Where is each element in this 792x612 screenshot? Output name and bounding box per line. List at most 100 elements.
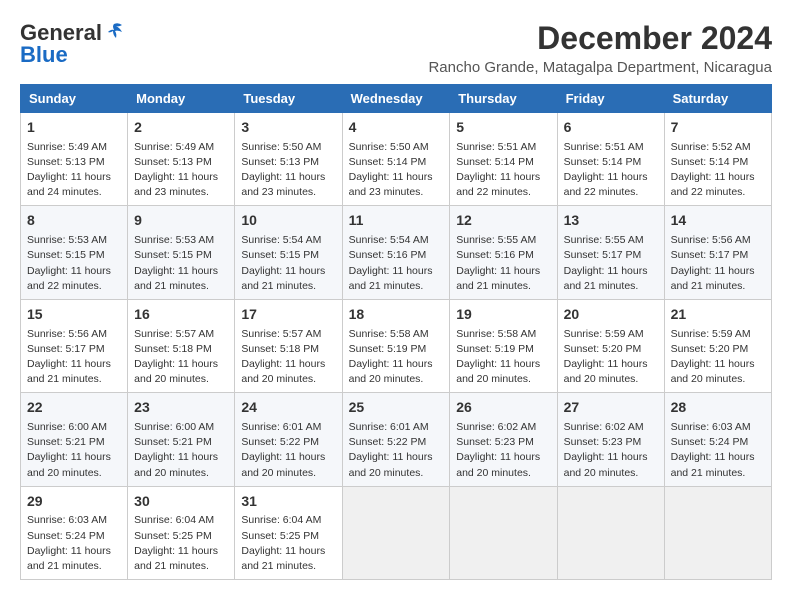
day-number: 19: [456, 305, 550, 325]
day-number: 10: [241, 211, 335, 231]
day-number: 1: [27, 118, 121, 138]
day-cell-15: 15Sunrise: 5:56 AM Sunset: 5:17 PM Dayli…: [21, 299, 128, 392]
day-cell-24: 24Sunrise: 6:01 AM Sunset: 5:22 PM Dayli…: [235, 393, 342, 486]
column-header-tuesday: Tuesday: [235, 85, 342, 113]
day-info: Sunrise: 5:58 AM Sunset: 5:19 PM Dayligh…: [456, 327, 550, 388]
day-number: 31: [241, 492, 335, 512]
day-cell-17: 17Sunrise: 5:57 AM Sunset: 5:18 PM Dayli…: [235, 299, 342, 392]
day-info: Sunrise: 5:54 AM Sunset: 5:16 PM Dayligh…: [349, 233, 444, 294]
day-info: Sunrise: 6:04 AM Sunset: 5:25 PM Dayligh…: [241, 513, 335, 574]
column-header-saturday: Saturday: [664, 85, 771, 113]
day-cell-2: 2Sunrise: 5:49 AM Sunset: 5:13 PM Daylig…: [128, 113, 235, 206]
day-number: 22: [27, 398, 121, 418]
day-cell-28: 28Sunrise: 6:03 AM Sunset: 5:24 PM Dayli…: [664, 393, 771, 486]
day-cell-10: 10Sunrise: 5:54 AM Sunset: 5:15 PM Dayli…: [235, 206, 342, 299]
day-cell-30: 30Sunrise: 6:04 AM Sunset: 5:25 PM Dayli…: [128, 486, 235, 579]
day-cell-27: 27Sunrise: 6:02 AM Sunset: 5:23 PM Dayli…: [557, 393, 664, 486]
calendar-table: SundayMondayTuesdayWednesdayThursdayFrid…: [20, 84, 772, 580]
day-number: 7: [671, 118, 765, 138]
day-info: Sunrise: 5:52 AM Sunset: 5:14 PM Dayligh…: [671, 140, 765, 201]
day-cell-7: 7Sunrise: 5:52 AM Sunset: 5:14 PM Daylig…: [664, 113, 771, 206]
day-cell-5: 5Sunrise: 5:51 AM Sunset: 5:14 PM Daylig…: [450, 113, 557, 206]
day-info: Sunrise: 5:51 AM Sunset: 5:14 PM Dayligh…: [564, 140, 658, 201]
week-row-4: 22Sunrise: 6:00 AM Sunset: 5:21 PM Dayli…: [21, 393, 772, 486]
day-cell-4: 4Sunrise: 5:50 AM Sunset: 5:14 PM Daylig…: [342, 113, 450, 206]
day-info: Sunrise: 5:55 AM Sunset: 5:16 PM Dayligh…: [456, 233, 550, 294]
day-number: 16: [134, 305, 228, 325]
day-number: 27: [564, 398, 658, 418]
day-cell-23: 23Sunrise: 6:00 AM Sunset: 5:21 PM Dayli…: [128, 393, 235, 486]
week-row-2: 8 Sunrise: 5:53 AM Sunset: 5:15 PM Daylig…: [21, 206, 772, 299]
day-number: 11: [349, 211, 444, 231]
day-info: Sunrise: 5:57 AM Sunset: 5:18 PM Dayligh…: [241, 327, 335, 388]
day-cell-26: 26Sunrise: 6:02 AM Sunset: 5:23 PM Dayli…: [450, 393, 557, 486]
day-info: Sunrise: 5:50 AM Sunset: 5:13 PM Dayligh…: [241, 140, 335, 201]
day-cell-14: 14Sunrise: 5:56 AM Sunset: 5:17 PM Dayli…: [664, 206, 771, 299]
day-number: 6: [564, 118, 658, 138]
day-info: Sunrise: 6:04 AM Sunset: 5:25 PM Dayligh…: [134, 513, 228, 574]
day-cell-3: 3Sunrise: 5:50 AM Sunset: 5:13 PM Daylig…: [235, 113, 342, 206]
day-number: 13: [564, 211, 658, 231]
day-number: 29: [27, 492, 121, 512]
column-header-thursday: Thursday: [450, 85, 557, 113]
day-cell-20: 20Sunrise: 5:59 AM Sunset: 5:20 PM Dayli…: [557, 299, 664, 392]
day-info: Sunrise: 5:59 AM Sunset: 5:20 PM Dayligh…: [671, 327, 765, 388]
day-number: 8: [27, 211, 121, 231]
day-number: 9: [134, 211, 228, 231]
day-cell-29: 29Sunrise: 6:03 AM Sunset: 5:24 PM Dayli…: [21, 486, 128, 579]
day-cell-19: 19Sunrise: 5:58 AM Sunset: 5:19 PM Dayli…: [450, 299, 557, 392]
day-number: 17: [241, 305, 335, 325]
column-header-sunday: Sunday: [21, 85, 128, 113]
day-info: Sunrise: 5:49 AM Sunset: 5:13 PM Dayligh…: [27, 140, 121, 201]
column-header-monday: Monday: [128, 85, 235, 113]
day-cell-11: 11Sunrise: 5:54 AM Sunset: 5:16 PM Dayli…: [342, 206, 450, 299]
day-info: Sunrise: 5:54 AM Sunset: 5:15 PM Dayligh…: [241, 233, 335, 294]
day-cell-25: 25Sunrise: 6:01 AM Sunset: 5:22 PM Dayli…: [342, 393, 450, 486]
day-cell-16: 16Sunrise: 5:57 AM Sunset: 5:18 PM Dayli…: [128, 299, 235, 392]
day-info: Sunrise: 5:58 AM Sunset: 5:19 PM Dayligh…: [349, 327, 444, 388]
day-info: Sunrise: 5:57 AM Sunset: 5:18 PM Dayligh…: [134, 327, 228, 388]
day-info: Sunrise: 5:49 AM Sunset: 5:13 PM Dayligh…: [134, 140, 228, 201]
day-number: 21: [671, 305, 765, 325]
day-number: 2: [134, 118, 228, 138]
day-number: 18: [349, 305, 444, 325]
day-cell-21: 21Sunrise: 5:59 AM Sunset: 5:20 PM Dayli…: [664, 299, 771, 392]
day-info: Sunrise: 6:02 AM Sunset: 5:23 PM Dayligh…: [456, 420, 550, 481]
day-info: Sunrise: 5:51 AM Sunset: 5:14 PM Dayligh…: [456, 140, 550, 201]
day-number: 15: [27, 305, 121, 325]
day-info: Sunrise: 6:00 AM Sunset: 5:21 PM Dayligh…: [134, 420, 228, 481]
day-cell-12: 12Sunrise: 5:55 AM Sunset: 5:16 PM Dayli…: [450, 206, 557, 299]
day-info: Sunrise: 5:56 AM Sunset: 5:17 PM Dayligh…: [27, 327, 121, 388]
day-cell-31: 31Sunrise: 6:04 AM Sunset: 5:25 PM Dayli…: [235, 486, 342, 579]
day-number: 5: [456, 118, 550, 138]
day-number: 28: [671, 398, 765, 418]
title-block: December 2024 Rancho Grande, Matagalpa D…: [428, 20, 772, 76]
day-cell-1: 1Sunrise: 5:49 AM Sunset: 5:13 PM Daylig…: [21, 113, 128, 206]
logo-bird-icon: [104, 20, 126, 42]
day-cell-empty: [557, 486, 664, 579]
day-number: 12: [456, 211, 550, 231]
day-cell-18: 18Sunrise: 5:58 AM Sunset: 5:19 PM Dayli…: [342, 299, 450, 392]
logo-blue-text: Blue: [20, 42, 68, 68]
day-cell-empty: [450, 486, 557, 579]
day-number: 23: [134, 398, 228, 418]
day-info: Sunrise: 6:02 AM Sunset: 5:23 PM Dayligh…: [564, 420, 658, 481]
column-header-friday: Friday: [557, 85, 664, 113]
day-cell-13: 13Sunrise: 5:55 AM Sunset: 5:17 PM Dayli…: [557, 206, 664, 299]
day-number: 24: [241, 398, 335, 418]
day-info: Sunrise: 6:03 AM Sunset: 5:24 PM Dayligh…: [671, 420, 765, 481]
day-number: 20: [564, 305, 658, 325]
day-info: Sunrise: 6:00 AM Sunset: 5:21 PM Dayligh…: [27, 420, 121, 481]
logo: General Blue: [20, 20, 126, 68]
day-number: 26: [456, 398, 550, 418]
week-row-5: 29Sunrise: 6:03 AM Sunset: 5:24 PM Dayli…: [21, 486, 772, 579]
day-number: 14: [671, 211, 765, 231]
day-info: Sunrise: 5:50 AM Sunset: 5:14 PM Dayligh…: [349, 140, 444, 201]
day-cell-8: 8Sunrise: 5:53 AM Sunset: 5:15 PM Daylig…: [21, 206, 128, 299]
day-info: Sunrise: 5:53 AM Sunset: 5:15 PM Dayligh…: [134, 233, 228, 294]
day-cell-6: 6Sunrise: 5:51 AM Sunset: 5:14 PM Daylig…: [557, 113, 664, 206]
week-row-1: 1Sunrise: 5:49 AM Sunset: 5:13 PM Daylig…: [21, 113, 772, 206]
week-row-3: 15Sunrise: 5:56 AM Sunset: 5:17 PM Dayli…: [21, 299, 772, 392]
calendar-header-row: SundayMondayTuesdayWednesdayThursdayFrid…: [21, 85, 772, 113]
day-cell-empty: [342, 486, 450, 579]
